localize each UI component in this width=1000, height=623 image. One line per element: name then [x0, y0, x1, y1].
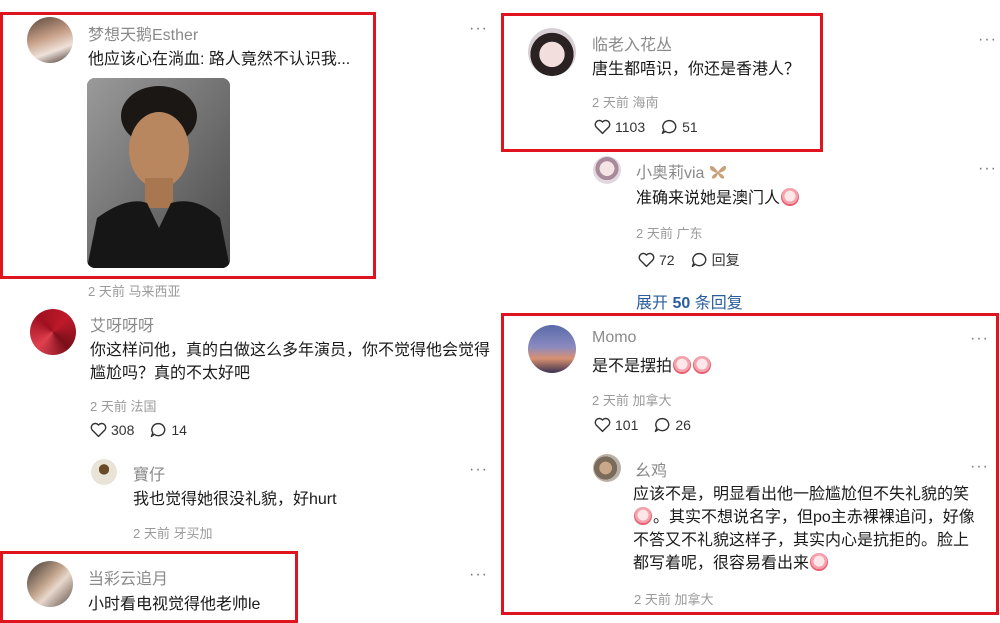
comment-actions: 72 回复: [638, 250, 756, 270]
emoji-icon: [634, 507, 652, 525]
like-button[interactable]: 72: [638, 252, 675, 268]
reply-count: 26: [675, 417, 691, 433]
butterfly-icon: [709, 166, 727, 179]
comment-text: 我也觉得她很没礼貌，好hurt: [133, 491, 337, 508]
reply-button[interactable]: 回复: [691, 250, 740, 270]
comment-icon: [151, 422, 166, 438]
more-icon[interactable]: ···: [970, 458, 989, 476]
avatar[interactable]: [91, 459, 117, 485]
comment-text: 唐生都唔识，你还是香港人？: [592, 61, 801, 78]
like-count: 308: [111, 422, 135, 438]
like-button[interactable]: 1103: [594, 119, 645, 135]
comment-actions: 1103 51: [594, 119, 714, 135]
avatar[interactable]: [593, 454, 621, 482]
comment-text: 小时看电视觉得他老帅le: [88, 596, 261, 613]
comment-text: 是不是摆拍: [592, 355, 712, 378]
highlight-box: [0, 12, 376, 279]
more-icon[interactable]: ···: [978, 31, 997, 49]
expand-replies-link[interactable]: 展开 50 条回复: [636, 289, 743, 313]
comment-author[interactable]: 幺鸡: [635, 457, 667, 481]
avatar[interactable]: [528, 28, 576, 76]
reply-button[interactable]: 14: [150, 422, 187, 438]
comment-meta: 2 天前 法国: [90, 399, 157, 414]
avatar[interactable]: [27, 561, 73, 607]
comment-author[interactable]: 小奥莉via: [636, 159, 727, 183]
comment-author[interactable]: 艾呀呀呀: [90, 312, 154, 336]
more-icon[interactable]: ···: [970, 330, 989, 348]
comment-author[interactable]: 临老入花丛: [592, 31, 672, 55]
emoji-icon: [673, 356, 692, 374]
reply-count: 51: [682, 119, 698, 135]
comment-icon: [661, 119, 677, 135]
comment-meta: 2 天前 牙买加: [133, 526, 213, 541]
more-icon[interactable]: ···: [978, 160, 997, 178]
reply-button[interactable]: 51: [661, 119, 698, 135]
emoji-icon: [810, 553, 829, 571]
avatar[interactable]: [30, 309, 76, 355]
comment-text: 应该不是，明显看出他一脸尴尬但不失礼貌的笑 。其实不想说名字，但po主赤裸裸追问…: [633, 483, 985, 575]
like-count: 72: [659, 252, 675, 268]
like-count: 101: [615, 417, 639, 433]
like-count: 1103: [615, 119, 646, 135]
more-icon[interactable]: ···: [469, 566, 488, 584]
comment-icon: [655, 417, 670, 433]
comment-line: 不答又不礼貌这样子，其实内心是抗拒的。脸上: [633, 532, 970, 549]
heart-icon: [594, 417, 611, 433]
comment-line: 都写着呢，很容易看出来: [633, 552, 985, 575]
heart-icon: [594, 119, 611, 135]
heart-icon: [90, 422, 107, 438]
like-button[interactable]: 101: [594, 417, 638, 433]
avatar[interactable]: [593, 156, 621, 184]
heart-icon: [638, 252, 655, 268]
reply-label: 回复: [711, 252, 740, 268]
emoji-icon: [693, 356, 712, 374]
comment-meta: 2 天前 马来西亚: [88, 284, 181, 299]
comment-author[interactable]: 寶仔: [133, 461, 165, 485]
comment-meta: 2 天前 海南: [592, 95, 659, 110]
comment-actions: 308 14: [90, 422, 203, 438]
comment-author[interactable]: 当彩云追月: [88, 565, 168, 589]
comment-meta: 2 天前 加拿大: [634, 592, 714, 607]
comment-author[interactable]: Momo: [592, 329, 636, 347]
like-button[interactable]: 308: [90, 422, 134, 438]
reply-count: 14: [171, 422, 187, 438]
emoji-icon: [781, 188, 800, 206]
comment-meta: 2 天前 广东: [636, 226, 703, 241]
comment-icon: [691, 252, 707, 268]
comment-line: 。其实不想说名字，但po主赤裸裸追问，好像: [633, 506, 985, 529]
comment-actions: 101 26: [594, 417, 707, 433]
comment-line: 应该不是，明显看出他一脸尴尬但不失礼貌的笑: [633, 486, 970, 503]
more-icon[interactable]: ···: [469, 20, 488, 38]
reply-button[interactable]: 26: [654, 417, 691, 433]
avatar[interactable]: [528, 325, 576, 373]
comment-text: 准确来说她是澳门人: [636, 187, 800, 210]
comment-meta: 2 天前 加拿大: [592, 393, 672, 408]
comment-text: 你这样问他，真的白做这么多年演员，你不觉得他会觉得尴尬吗？真的不太好吧: [90, 342, 491, 382]
more-icon[interactable]: ···: [469, 461, 488, 479]
